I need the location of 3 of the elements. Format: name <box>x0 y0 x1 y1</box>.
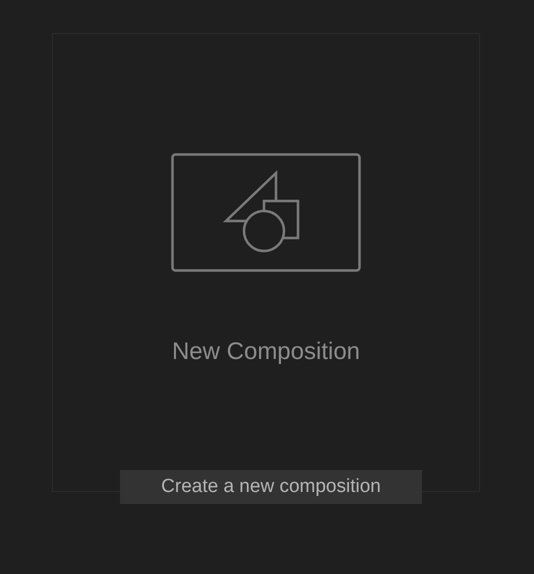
card-title: New Composition <box>172 338 360 366</box>
tooltip: Create a new composition <box>120 470 422 504</box>
composition-icon <box>171 153 361 272</box>
